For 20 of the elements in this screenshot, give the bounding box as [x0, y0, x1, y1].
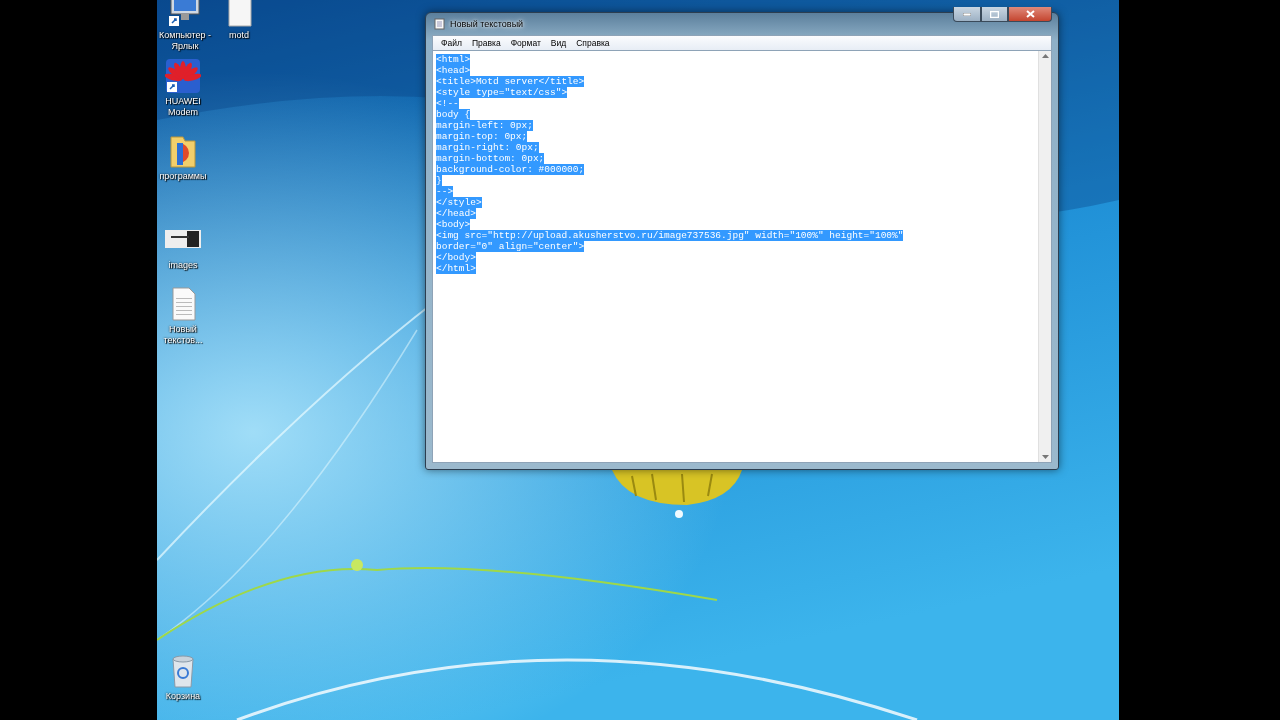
maximize-icon — [990, 10, 999, 18]
scroll-up-icon — [1041, 54, 1049, 58]
desktop-icon-label[interactable]: программы — [159, 171, 207, 182]
menu-item[interactable]: Справка — [572, 38, 614, 48]
close-icon — [1025, 10, 1035, 18]
scroll-down-icon — [1041, 455, 1049, 459]
maximize-button[interactable] — [981, 7, 1008, 22]
scrollbar[interactable] — [1038, 51, 1051, 462]
menu-item[interactable]: Формат — [506, 38, 545, 48]
minimize-button[interactable] — [953, 7, 981, 22]
close-button[interactable] — [1008, 7, 1052, 22]
desktop-icon-label[interactable]: HUAWEI Modem — [157, 96, 209, 118]
menu-item[interactable]: Правка — [467, 38, 505, 48]
menu-item[interactable]: Файл — [437, 38, 466, 48]
window-title: Новый текстовый — [450, 19, 524, 29]
menu-item[interactable]: Вид — [546, 38, 571, 48]
notepad-icon — [434, 18, 446, 30]
minimize-icon — [963, 12, 971, 16]
desktop-icon-label[interactable]: motd — [229, 30, 249, 41]
desktop-icon-label[interactable]: Компьютер - Ярлык — [157, 30, 213, 52]
